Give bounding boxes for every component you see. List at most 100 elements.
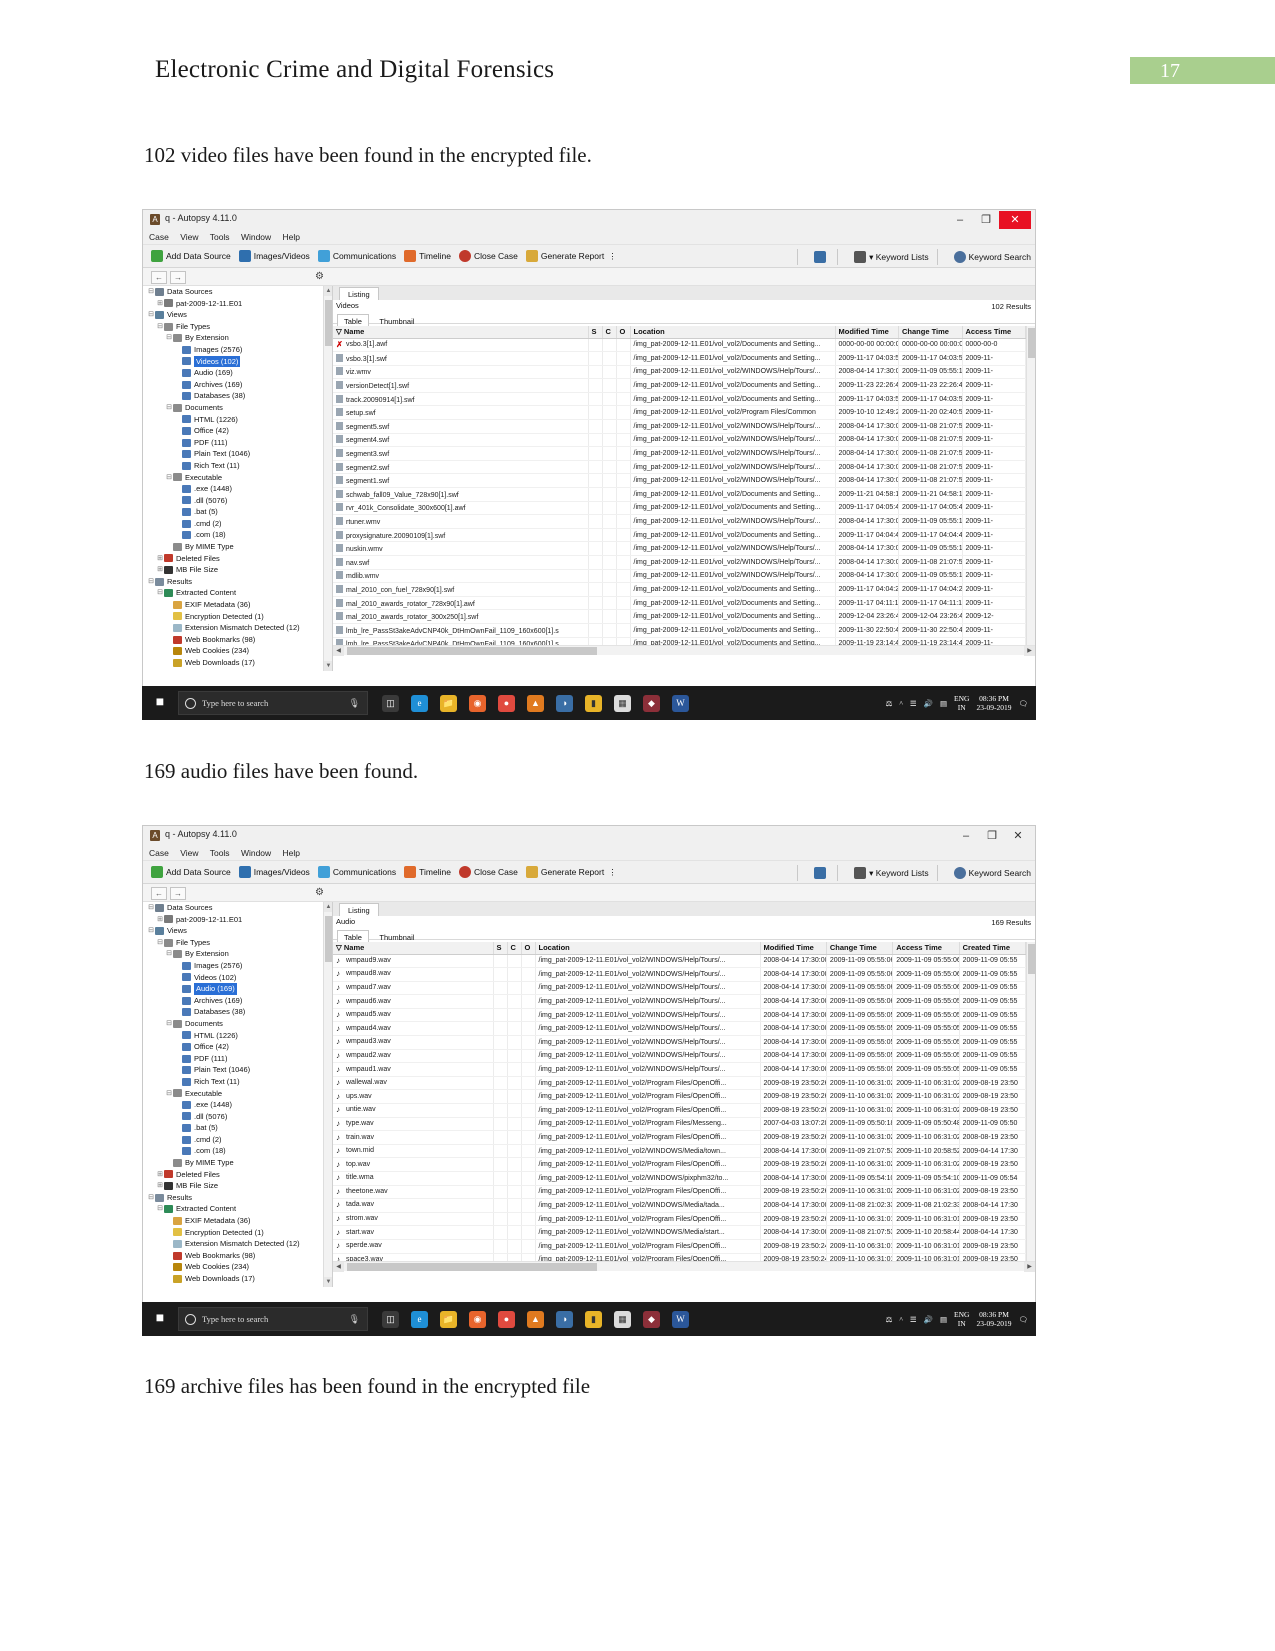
clock-2[interactable]: 08:36 PM 23-09-2019: [976, 1310, 1011, 1328]
task-view-icon-2[interactable]: ◫: [382, 1310, 399, 1328]
tree-expander-icon[interactable]: ⊟: [156, 937, 164, 949]
tree-node[interactable]: ⊟ Extracted Content: [143, 587, 332, 599]
table-row[interactable]: rvr_401k_Consolidate_300x600[1].awf/img_…: [333, 501, 1026, 516]
tree-expander-icon[interactable]: ⊞: [156, 553, 164, 565]
table-row[interactable]: ♪ top.wav/img_pat-2009-12-11.E01/vol_vol2…: [333, 1157, 1026, 1172]
calculator-icon-2[interactable]: ▦: [614, 1310, 631, 1328]
table-row[interactable]: mal_2010_awards_rotator_300x250[1].swf/i…: [333, 609, 1026, 624]
pin-icon-2[interactable]: ⚖: [886, 1315, 893, 1324]
vlc-icon[interactable]: ▲: [527, 694, 544, 712]
maximize-button[interactable]: ❐: [973, 211, 999, 229]
column-header-modified-time[interactable]: Modified Time: [835, 326, 899, 339]
tree-node[interactable]: Videos (102): [143, 972, 332, 984]
scroll-up-arrow-2[interactable]: ▲: [324, 902, 332, 912]
close-case-button[interactable]: Close Case: [458, 250, 518, 262]
vscroll-thumb[interactable]: [1028, 328, 1035, 358]
report-overflow-icon[interactable]: ⋮: [608, 251, 617, 262]
tree-node[interactable]: .exe (1448): [143, 483, 332, 495]
add-data-source-button[interactable]: Add Data Source: [151, 250, 231, 262]
file-table[interactable]: ▽ Name S C O Location Modified Time Change Tim…: [333, 326, 1026, 645]
menu-case-2[interactable]: Case: [149, 848, 169, 858]
column-header-name[interactable]: ▽ Name: [333, 942, 494, 955]
column-header-modified-time[interactable]: Modified Time: [760, 942, 827, 955]
tree-node[interactable]: .dll (5076): [143, 495, 332, 507]
task-view-icon[interactable]: ◫: [382, 694, 399, 712]
menu-help-2[interactable]: Help: [283, 848, 300, 858]
communications-button[interactable]: Communications: [317, 250, 396, 262]
tree-node[interactable]: EXIF Metadata (36): [143, 1215, 332, 1227]
tree-expander-icon[interactable]: ⊟: [147, 925, 155, 937]
table-row[interactable]: ♪ wmpaud8.wav/img_pat-2009-12-11.E01/vol_…: [333, 967, 1026, 982]
table-vertical-scrollbar[interactable]: [1026, 326, 1035, 645]
tree-node[interactable]: Extension Mismatch Detected (12): [143, 622, 332, 634]
table-row[interactable]: ♪ ups.wav/img_pat-2009-12-11.E01/vol_vol2…: [333, 1089, 1026, 1105]
hscroll-right-arrow[interactable]: ▶: [1024, 646, 1035, 656]
tree-node[interactable]: Rich Text (11): [143, 1076, 332, 1088]
tree-node[interactable]: ⊞ MB File Size: [143, 564, 332, 576]
column-header-c[interactable]: C: [602, 326, 617, 339]
table-row[interactable]: nav.swf/img_pat-2009-12-11.E01/vol_vol2/…: [333, 555, 1026, 570]
tree-expander-icon[interactable]: ⊟: [165, 472, 173, 484]
table-row[interactable]: segment1.swf/img_pat-2009-12-11.E01/vol_…: [333, 473, 1026, 489]
keyword-search-button[interactable]: Keyword Search: [953, 251, 1031, 263]
table-row[interactable]: ♪ type.wav/img_pat-2009-12-11.E01/vol_vol…: [333, 1117, 1026, 1132]
tree-node[interactable]: ⊟ Data Sources: [143, 902, 332, 914]
table-row[interactable]: ♪ wmpaud1.wav/img_pat-2009-12-11.E01/vol_…: [333, 1062, 1026, 1077]
tree-node[interactable]: Web Cookies (234): [143, 1261, 332, 1273]
tree-expander-icon[interactable]: ⊟: [147, 309, 155, 321]
tree-expander-icon[interactable]: ⊟: [165, 1088, 173, 1100]
tree-node[interactable]: Web Cookies (234): [143, 645, 332, 657]
table-row[interactable]: ♪ tada.wav/img_pat-2009-12-11.E01/vol_vol…: [333, 1198, 1026, 1213]
tree-node[interactable]: .dll (5076): [143, 1111, 332, 1123]
tree-node[interactable]: PDF (111): [143, 1053, 332, 1065]
tree-node[interactable]: Rich Text (11): [143, 460, 332, 472]
scroll-down-arrow-2[interactable]: ▼: [324, 1277, 332, 1287]
scroll-down-arrow[interactable]: ▼: [324, 661, 332, 671]
tree-node[interactable]: ⊟ Results: [143, 576, 332, 588]
table-row[interactable]: ♪ theetone.wav/img_pat-2009-12-11.E01/vol…: [333, 1185, 1026, 1200]
tree-node[interactable]: HTML (1226): [143, 1030, 332, 1042]
tree-node[interactable]: Videos (102): [143, 355, 332, 368]
menu-window[interactable]: Window: [241, 232, 271, 242]
tree-node[interactable]: .cmd (2): [143, 1134, 332, 1146]
tree-node[interactable]: ⊟ Executable: [143, 1088, 332, 1100]
column-header-o[interactable]: O: [521, 942, 536, 955]
column-header-c[interactable]: C: [507, 942, 522, 955]
table-row[interactable]: lmb_lre_PassSt3akeAdvCNP40k_DtHmOwnFail_…: [333, 637, 1026, 645]
autopsy-taskbar-icon[interactable]: ◑: [556, 694, 573, 712]
tree-node[interactable]: Databases (38): [143, 1006, 332, 1018]
menu-help[interactable]: Help: [283, 232, 300, 242]
table-row[interactable]: ♪ wmpaud5.wav/img_pat-2009-12-11.E01/vol_…: [333, 1008, 1026, 1023]
vlc-icon-2[interactable]: ▲: [527, 1310, 544, 1328]
tree-node[interactable]: Office (42): [143, 1041, 332, 1053]
generate-report-button[interactable]: Generate Report ⋮: [525, 250, 617, 262]
table-row[interactable]: track.20090914[1].swf/img_pat-2009-12-11…: [333, 392, 1026, 407]
maximize-button-2[interactable]: ❐: [979, 827, 1005, 845]
table-row[interactable]: setup.swf/img_pat-2009-12-11.E01/vol_vol…: [333, 405, 1026, 421]
tree-node[interactable]: ⊟ Data Sources: [143, 286, 332, 298]
column-header-change-time[interactable]: Change Time: [898, 326, 963, 339]
table-vertical-scrollbar-2[interactable]: [1026, 942, 1035, 1261]
keyword-search-button-2[interactable]: Keyword Search: [953, 867, 1031, 879]
volume-icon-2[interactable]: 🔊: [924, 1315, 933, 1324]
table-row[interactable]: ♪ strom.wav/img_pat-2009-12-11.E01/vol_vo…: [333, 1212, 1026, 1227]
menu-tools-2[interactable]: Tools: [210, 848, 230, 858]
pin-icon[interactable]: ⚖: [886, 699, 893, 708]
table-row[interactable]: vsbo.3[1].swf/img_pat-2009-12-11.E01/vol…: [333, 351, 1026, 366]
table-row[interactable]: segment3.swf/img_pat-2009-12-11.E01/vol_…: [333, 446, 1026, 461]
tree-node[interactable]: Encryption Detected (1): [143, 1227, 332, 1239]
tree-node[interactable]: Archives (169): [143, 379, 332, 391]
search-input-2[interactable]: Type here to search 🎙: [178, 1307, 368, 1331]
gear-icon[interactable]: ⚙: [315, 271, 324, 282]
tree-expander-icon[interactable]: ⊟: [156, 321, 164, 333]
gear-icon-2[interactable]: ⚙: [315, 887, 324, 898]
add-data-source-button-2[interactable]: Add Data Source: [151, 866, 231, 878]
tree-expander-icon[interactable]: ⊟: [156, 587, 164, 599]
hscroll-left-arrow-2[interactable]: ◀: [333, 1262, 344, 1272]
table-row[interactable]: viz.wmv/img_pat-2009-12-11.E01/vol_vol2/…: [333, 365, 1026, 380]
tree-node[interactable]: ⊞ pat-2009-12-11.E01: [143, 298, 332, 310]
column-header-o[interactable]: O: [616, 326, 631, 339]
edge-icon-2[interactable]: e: [411, 1310, 428, 1328]
hscroll-left-arrow[interactable]: ◀: [333, 646, 344, 656]
microphone-icon[interactable]: 🎙: [349, 698, 360, 709]
